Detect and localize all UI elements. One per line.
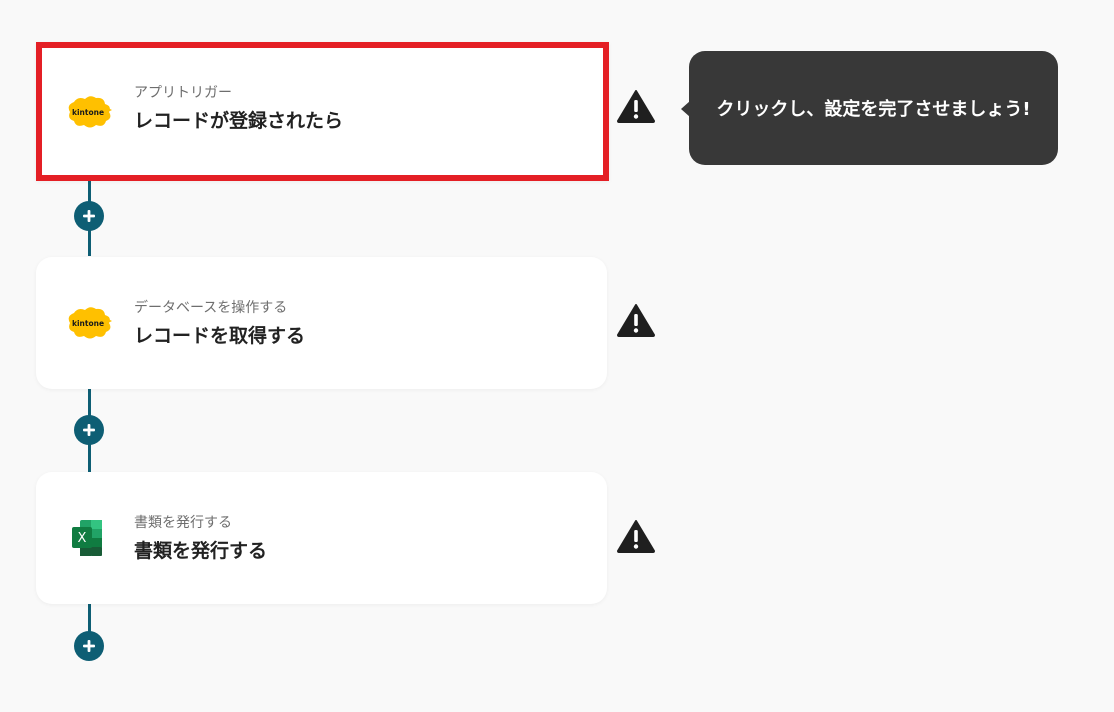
svg-text:X: X — [78, 531, 87, 546]
step-type-label: データベースを操作する — [134, 300, 288, 316]
step-type-label: アプリトリガー — [134, 85, 232, 101]
svg-text:kintone: kintone — [72, 319, 104, 328]
plus-icon — [83, 640, 95, 652]
step-title: レコードを取得する — [134, 325, 306, 347]
warning-icon — [617, 304, 655, 337]
setup-hint-tooltip: クリックし、設定を完了させましょう! — [681, 51, 1058, 165]
plus-icon — [83, 424, 95, 436]
tooltip-text: クリックし、設定を完了させましょう! — [716, 99, 1031, 120]
warning-icon — [617, 90, 655, 123]
kintone-icon: kintone — [68, 95, 112, 127]
svg-text:kintone: kintone — [72, 108, 104, 117]
plus-icon — [83, 210, 95, 222]
flow-connector-line — [88, 603, 91, 633]
add-step-button[interactable] — [74, 631, 104, 661]
add-step-button[interactable] — [74, 415, 104, 445]
warning-icon — [617, 520, 655, 553]
kintone-icon: kintone — [68, 307, 112, 339]
excel-icon: X — [72, 520, 102, 556]
add-step-button[interactable] — [74, 201, 104, 231]
flow-step-get-record[interactable]: kintone データベースを操作する レコードを取得する — [36, 257, 607, 389]
step-type-label: 書類を発行する — [134, 515, 232, 531]
flow-step-issue-document[interactable]: X 書類を発行する 書類を発行する — [36, 472, 607, 604]
step-title: レコードが登録されたら — [134, 110, 344, 132]
flow-step-trigger[interactable]: kintone アプリトリガー レコードが登録されたら — [36, 42, 609, 181]
step-title: 書類を発行する — [134, 540, 268, 562]
